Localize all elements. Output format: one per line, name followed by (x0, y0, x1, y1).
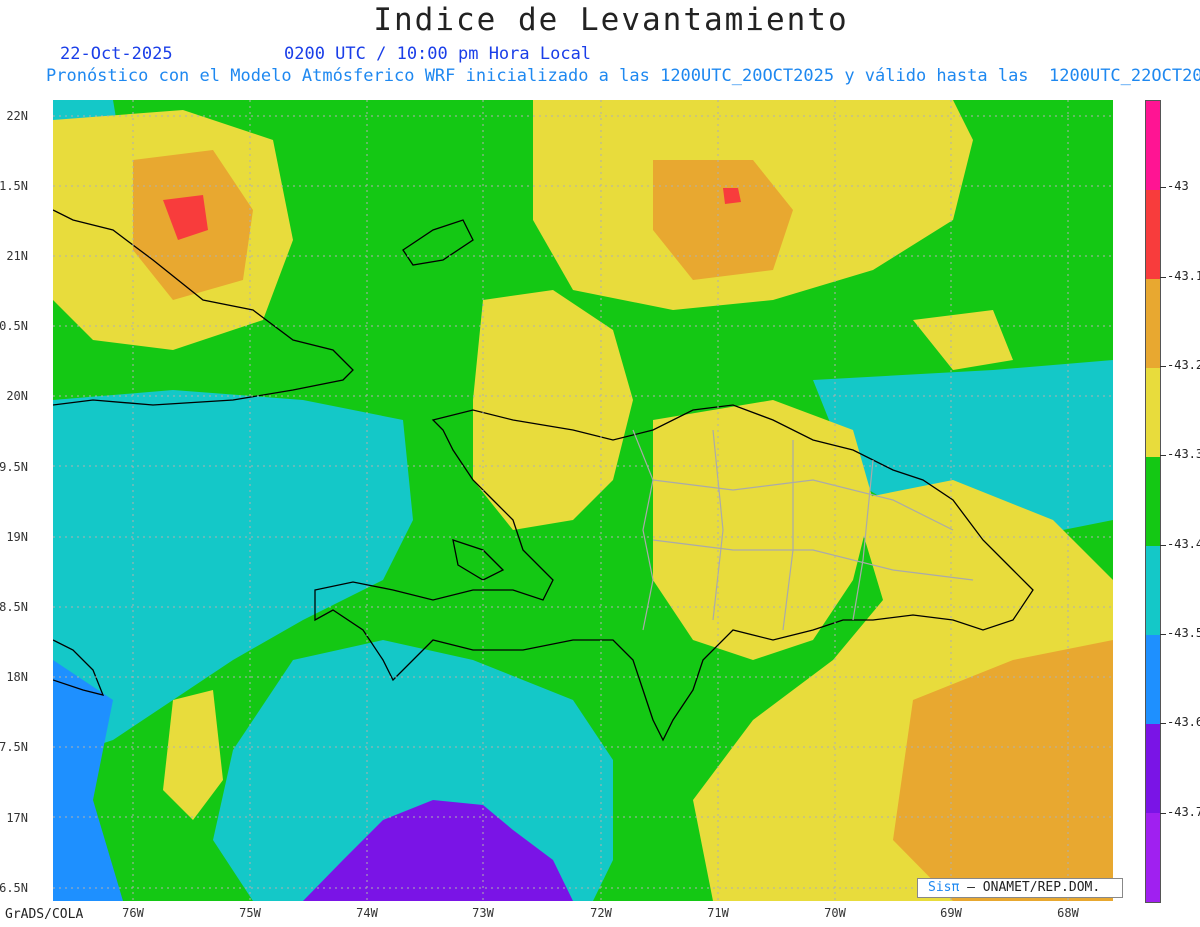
colorbar-label: -43.3 (1167, 447, 1200, 461)
colorbar-segment (1146, 635, 1160, 724)
colorbar-segment (1146, 101, 1160, 190)
forecast-date: 22-Oct-2025 (60, 44, 173, 64)
colorbar-label: -43.2 (1167, 358, 1200, 372)
map-canvas (53, 100, 1113, 901)
lat-label: 17N (6, 811, 28, 825)
lat-label: 18N (6, 670, 28, 684)
lon-label: 72W (590, 906, 612, 920)
sispi-logo: Sisπ (928, 880, 960, 895)
colorbar-segment (1146, 279, 1160, 368)
lon-label: 75W (239, 906, 261, 920)
lon-label: 69W (940, 906, 962, 920)
colorbar-label: -43 (1167, 179, 1189, 193)
page-title: Indice de Levantamiento (373, 2, 849, 38)
lon-label: 76W (122, 906, 144, 920)
colorbar-segment (1146, 190, 1160, 279)
lat-label: 6.5N (0, 881, 28, 895)
forecast-time: 0200 UTC / 10:00 pm Hora Local (284, 44, 592, 64)
lon-label: 74W (356, 906, 378, 920)
lat-label: 1.5N (0, 179, 28, 193)
color-bar (1145, 100, 1161, 903)
lat-label: 8.5N (0, 600, 28, 614)
lat-label: 20N (6, 389, 28, 403)
lon-label: 70W (824, 906, 846, 920)
colorbar-segment (1146, 457, 1160, 546)
forecast-description: Pronóstico con el Modelo Atmósferico WRF… (46, 66, 1200, 86)
colorbar-label: -43.6 (1167, 715, 1200, 729)
colorbar-segment (1146, 813, 1160, 902)
credit-box: Sisπ – ONAMET/REP.DOM. (917, 878, 1123, 898)
lat-label: 22N (6, 109, 28, 123)
colorbar-label: -43.1 (1167, 269, 1200, 283)
field-red-north (723, 188, 741, 204)
lat-label: 0.5N (0, 319, 28, 333)
lon-label: 73W (472, 906, 494, 920)
lon-label: 68W (1057, 906, 1079, 920)
colorbar-label: -43.5 (1167, 626, 1200, 640)
colorbar-segment (1146, 368, 1160, 457)
colorbar-segment (1146, 546, 1160, 635)
lon-label: 71W (707, 906, 729, 920)
software-credit: GrADS/COLA (5, 907, 84, 922)
lat-label: 21N (6, 249, 28, 263)
colorbar-label: -43.7 (1167, 805, 1200, 819)
lat-label: 7.5N (0, 740, 28, 754)
lat-label: 19N (6, 530, 28, 544)
colorbar-label: -43.4 (1167, 537, 1200, 551)
colorbar-segment (1146, 724, 1160, 813)
lifted-index-map (53, 100, 1113, 901)
credit-text: – ONAMET/REP.DOM. (959, 880, 1101, 895)
lat-label: 9.5N (0, 460, 28, 474)
